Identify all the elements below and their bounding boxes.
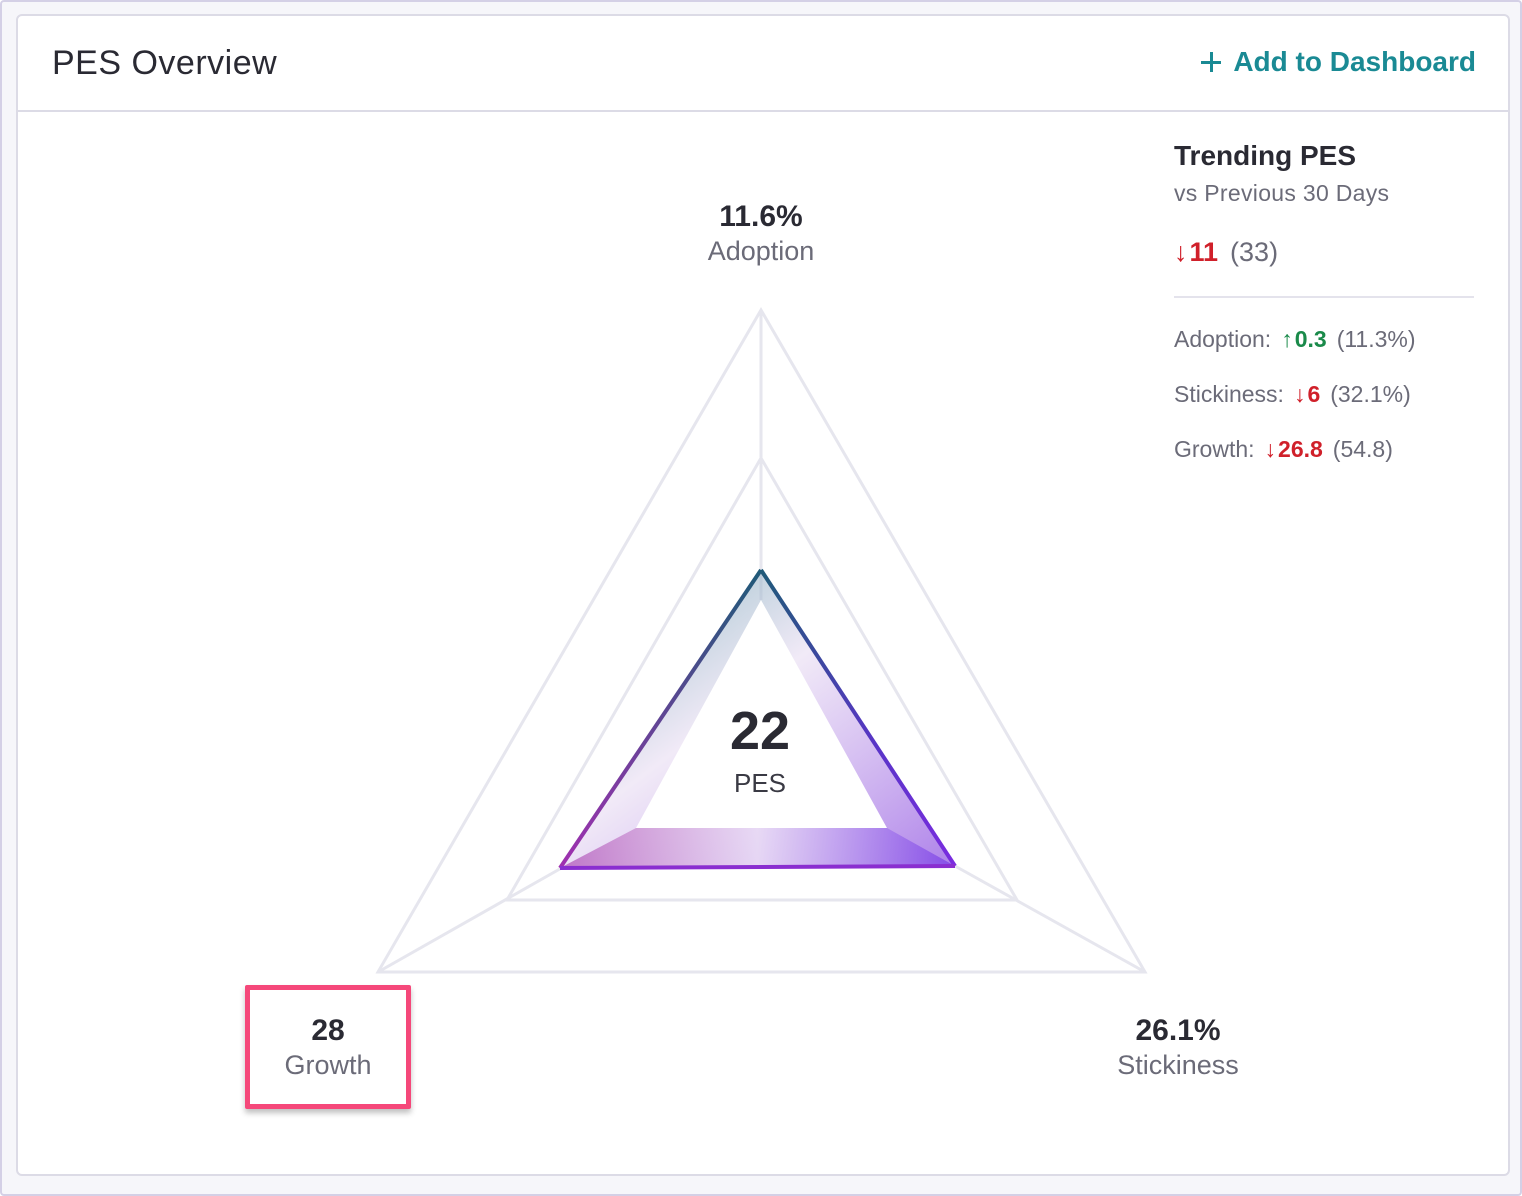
pes-score-label: PES — [733, 768, 787, 798]
metric-delta-value: 26.8 — [1278, 436, 1323, 462]
metric-delta-value: 0.3 — [1294, 326, 1327, 352]
arrow-down-icon: ↓ — [1264, 436, 1277, 462]
trending-change: ↓11 (33) — [1174, 237, 1474, 268]
metric-row-stickiness: Stickiness: ↓ 6 (32.1%) — [1174, 381, 1474, 408]
pes-score: 22 PES — [660, 700, 860, 799]
radar-axis-growth — [377, 864, 566, 974]
adoption-name: Adoption — [707, 236, 815, 266]
trending-subtitle: vs Previous 30 Days — [1174, 180, 1390, 206]
trending-change-delta: ↓11 — [1174, 237, 1218, 268]
stickiness-value: 26.1% — [1135, 1014, 1221, 1047]
pes-score-value: 22 — [729, 701, 791, 761]
trending-change-value: 11 — [1189, 237, 1219, 267]
trending-pes-panel: Trending PES vs Previous 30 Days ↓11 (33… — [1174, 140, 1474, 463]
arrow-up-icon: ↑ — [1281, 326, 1293, 352]
radar-axis-stickiness — [954, 864, 1146, 974]
adoption-label: 11.6% Adoption — [661, 200, 861, 267]
metric-label: Growth: — [1174, 436, 1255, 462]
metric-row-adoption: Adoption: ↑ 0.3 (11.3%) — [1174, 326, 1474, 353]
metric-delta-value: 6 — [1307, 381, 1321, 407]
metric-row-growth: Growth: ↓ 26.8 (54.8) — [1174, 436, 1474, 463]
stickiness-label: 26.1% Stickiness — [1078, 1014, 1278, 1081]
metric-label: Adoption: — [1174, 326, 1272, 352]
adoption-value: 11.6% — [719, 200, 803, 233]
metric-previous: (11.3%) — [1336, 326, 1416, 352]
metric-previous: (32.1%) — [1330, 381, 1411, 407]
metric-delta: ↓ 6 — [1294, 381, 1320, 408]
radar-shape-edge-bottom — [559, 864, 956, 870]
trending-title: Trending PES — [1174, 140, 1357, 171]
metric-delta: ↓ 26.8 — [1265, 436, 1323, 463]
growth-highlight-box — [245, 985, 411, 1109]
trending-previous: (33) — [1230, 237, 1279, 267]
metric-delta: ↑ 0.3 — [1281, 326, 1326, 353]
metric-label: Stickiness: — [1174, 381, 1284, 407]
metric-previous: (54.8) — [1332, 436, 1393, 462]
stickiness-name: Stickiness — [1117, 1050, 1239, 1080]
trending-divider — [1174, 296, 1474, 298]
arrow-down-icon: ↓ — [1174, 237, 1188, 267]
arrow-down-icon: ↓ — [1293, 381, 1306, 407]
